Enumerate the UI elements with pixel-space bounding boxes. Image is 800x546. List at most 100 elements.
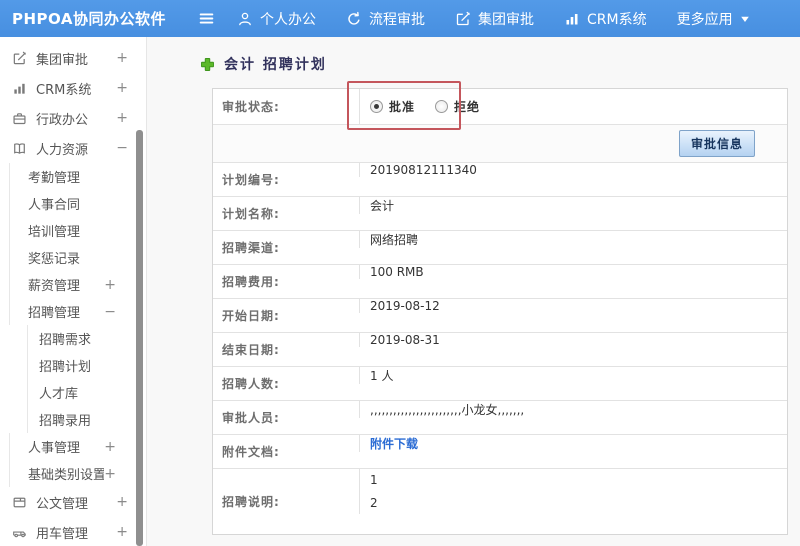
top-nav-item[interactable]: 集团审批 bbox=[455, 9, 534, 29]
expand-icon[interactable]: + bbox=[116, 50, 146, 66]
briefcase-icon bbox=[12, 110, 28, 126]
bar-chart-icon bbox=[564, 11, 580, 27]
sidebar-item[interactable]: CRM系统 + bbox=[0, 73, 146, 103]
sidebar-item-label: 基础类别设置 bbox=[28, 468, 105, 483]
approval-status-label: 审批状态: bbox=[222, 100, 280, 114]
sidebar-item-label: 考勤管理 bbox=[28, 171, 81, 186]
sidebar-item-label: 薪资管理 bbox=[28, 279, 81, 294]
field-value-cell: 网络招聘 bbox=[359, 231, 787, 248]
sidebar-item[interactable]: 集团审批 + bbox=[0, 43, 146, 73]
sidebar-item-label: 人事管理 bbox=[28, 441, 81, 456]
add-icon[interactable] bbox=[200, 57, 215, 72]
sidebar-item[interactable]: 考勤管理 bbox=[0, 163, 146, 190]
field-value-cell: 会计 bbox=[359, 197, 787, 214]
sidebar-item-label: 用车管理 bbox=[36, 526, 89, 542]
field-value-cell: 1 人 bbox=[359, 367, 787, 384]
field-label: 招聘费用: bbox=[213, 265, 359, 298]
top-nav-label: 流程审批 bbox=[369, 11, 425, 28]
form-row: 计划编号: 20190812111340 bbox=[213, 162, 787, 196]
sidebar-item[interactable]: 人事管理 + bbox=[0, 433, 146, 460]
field-label: 审批人员: bbox=[213, 401, 359, 434]
top-nav-item[interactable]: 流程审批 bbox=[346, 9, 425, 29]
field-value-cell: 20190812111340 bbox=[359, 163, 787, 177]
app-title: PHPOA协同办公软件 bbox=[12, 10, 166, 28]
form-row: 结束日期: 2019-08-31 bbox=[213, 332, 787, 366]
field-label: 招聘人数: bbox=[213, 367, 359, 400]
sidebar-item[interactable]: 行政办公 + bbox=[0, 103, 146, 133]
sidebar-item-label: 招聘管理 bbox=[28, 306, 81, 321]
expand-icon[interactable]: + bbox=[104, 277, 146, 293]
sidebar-item[interactable]: 基础类别设置 + bbox=[0, 460, 146, 487]
sidebar-item[interactable]: 人力资源 − bbox=[0, 133, 146, 163]
field-value-cell: 2019-08-31 bbox=[359, 333, 787, 347]
edit-square-icon bbox=[12, 50, 28, 66]
form-row: 招聘说明: 1 2 bbox=[213, 468, 787, 534]
sidebar-item-label: 奖惩记录 bbox=[28, 252, 81, 267]
sidebar-item[interactable]: 人事合同 bbox=[0, 190, 146, 217]
approve-radio[interactable] bbox=[370, 100, 383, 113]
expand-icon[interactable]: + bbox=[116, 110, 146, 126]
sidebar-item-label: 人才库 bbox=[39, 387, 79, 402]
field-value: 2019-08-31 bbox=[370, 333, 440, 347]
sidebar: 集团审批 + CRM系统 + 行政办公 + 人力资源 − 考勤管理人事合同培训管理奖惩记录薪资管… bbox=[0, 37, 147, 546]
sidebar-item[interactable]: 招聘需求 bbox=[0, 325, 146, 352]
field-value: 1 人 bbox=[370, 369, 394, 383]
expand-icon[interactable]: + bbox=[116, 494, 146, 510]
sidebar-item[interactable]: 人才库 bbox=[0, 379, 146, 406]
top-nav-label: 个人办公 bbox=[260, 11, 316, 28]
top-nav-item[interactable]: 更多应用 bbox=[677, 9, 750, 29]
collapse-icon[interactable]: − bbox=[104, 304, 146, 320]
reject-radio-label[interactable]: 拒绝 bbox=[454, 98, 480, 115]
approval-info-button[interactable]: 审批信息 bbox=[678, 130, 755, 157]
sidebar-item[interactable]: 公文管理 + bbox=[0, 487, 146, 517]
attachment-download-link[interactable]: 附件下载 bbox=[370, 435, 418, 452]
field-value-cell: 100 RMB bbox=[359, 265, 787, 279]
sidebar-item-label: 行政办公 bbox=[36, 112, 89, 128]
expand-icon[interactable]: + bbox=[116, 80, 146, 96]
menu-icon[interactable] bbox=[193, 6, 219, 32]
car-icon bbox=[12, 524, 28, 540]
sidebar-item[interactable]: 招聘录用 bbox=[0, 406, 146, 433]
top-nav-item[interactable]: 个人办公 bbox=[237, 9, 316, 29]
expand-icon[interactable]: + bbox=[116, 524, 146, 540]
form-row: 开始日期: 2019-08-12 bbox=[213, 298, 787, 332]
field-value: ,,,,,,,,,,,,,,,,,,,,,,,,小龙女,,,,,,, bbox=[370, 403, 525, 417]
caret-down-icon bbox=[740, 14, 750, 24]
top-bar: PHPOA协同办公软件 个人办公 流程审批 集团审批 CRM系统 更多应用 bbox=[0, 0, 800, 37]
approval-status-row: 审批状态: 批准 拒绝 bbox=[213, 89, 787, 124]
form-row: 招聘渠道: 网络招聘 bbox=[213, 230, 787, 264]
approve-radio-label[interactable]: 批准 bbox=[389, 98, 415, 115]
document-icon bbox=[12, 494, 28, 510]
sidebar-item[interactable]: 培训管理 bbox=[0, 217, 146, 244]
bar-chart-icon bbox=[12, 80, 28, 96]
sidebar-item[interactable]: 招聘管理 − bbox=[0, 298, 146, 325]
top-nav-label: 集团审批 bbox=[478, 11, 534, 28]
field-value-cell: ,,,,,,,,,,,,,,,,,,,,,,,,小龙女,,,,,,, bbox=[359, 401, 787, 418]
book-icon bbox=[12, 140, 28, 156]
field-value-line: 1 bbox=[370, 473, 378, 487]
main-content: 会计 招聘计划 审批状态: 批准 拒绝 审批信息 计划编号: 201908121… bbox=[147, 37, 800, 546]
field-value-cell: 12 bbox=[359, 469, 787, 514]
sidebar-item-label: 培训管理 bbox=[28, 225, 81, 240]
form-row: 附件文档: 附件下载 bbox=[213, 434, 787, 468]
form-rows: 计划编号: 20190812111340 计划名称: 会计招聘渠道: 网络招聘 招聘费用:… bbox=[213, 162, 787, 534]
sidebar-item[interactable]: 奖惩记录 bbox=[0, 244, 146, 271]
sidebar-item[interactable]: 薪资管理 + bbox=[0, 271, 146, 298]
field-label: 计划名称: bbox=[213, 197, 359, 230]
sidebar-item-label: 集团审批 bbox=[36, 52, 89, 68]
expand-icon[interactable]: + bbox=[104, 439, 146, 455]
reject-radio[interactable] bbox=[435, 100, 449, 113]
field-value: 20190812111340 bbox=[370, 163, 477, 177]
sidebar-item-label: CRM系统 bbox=[36, 82, 92, 98]
expand-icon[interactable]: + bbox=[104, 466, 146, 482]
sidebar-item-label: 公文管理 bbox=[36, 496, 89, 512]
field-label: 招聘渠道: bbox=[213, 231, 359, 264]
top-nav-item[interactable]: CRM系统 bbox=[564, 9, 647, 29]
page: PHPOA协同办公软件 个人办公 流程审批 集团审批 CRM系统 更多应用 集团审批 + C… bbox=[0, 0, 800, 546]
collapse-icon[interactable]: − bbox=[116, 140, 146, 156]
sidebar-item[interactable]: 招聘计划 bbox=[0, 352, 146, 379]
field-label: 计划编号: bbox=[213, 163, 359, 196]
field-value-cell: 附件下载 bbox=[359, 435, 787, 452]
sidebar-item[interactable]: 用车管理 + bbox=[0, 517, 146, 546]
field-value: 会计 bbox=[370, 199, 395, 213]
